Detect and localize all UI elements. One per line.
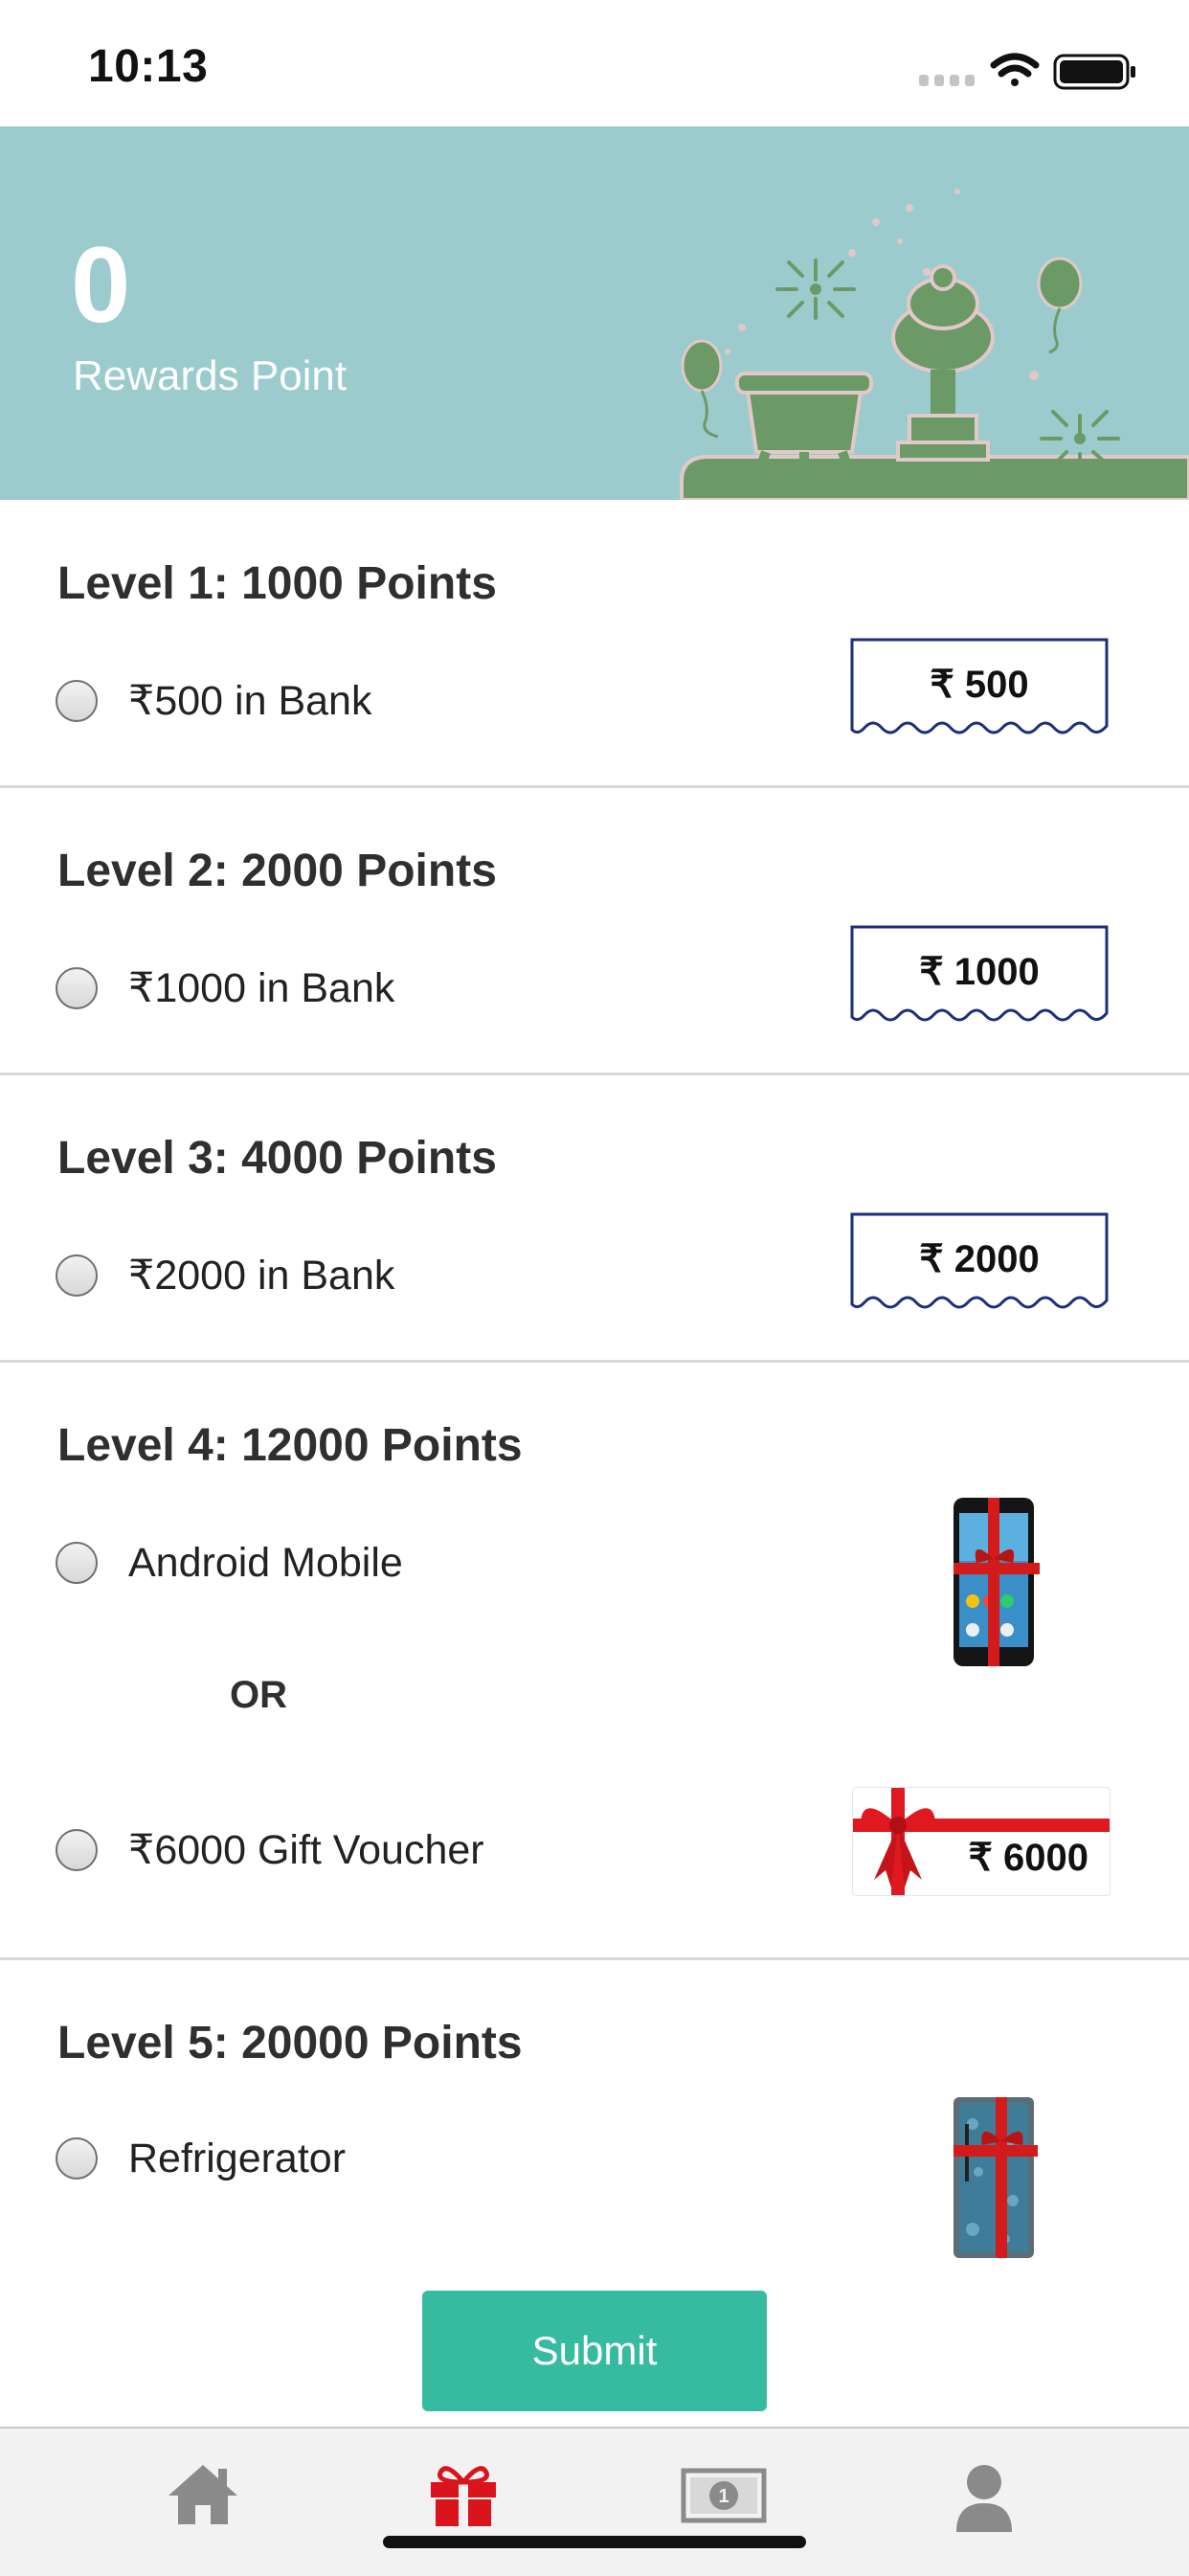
status-icons: [919, 53, 1135, 90]
level-1-option[interactable]: ₹500 in Bank: [56, 672, 371, 730]
level-4-title: Level 4: 12000 Points: [57, 1420, 523, 1471]
option-label: ₹1000 in Bank: [128, 965, 395, 1011]
level-3-section: Level 3: 4000 Points ₹2000 in Bank ₹ 200…: [0, 1074, 1189, 1363]
level-5-title: Level 5: 20000 Points: [57, 2018, 523, 2068]
radio-button[interactable]: [56, 680, 98, 722]
level-2-option[interactable]: ₹1000 in Bank: [56, 960, 394, 1017]
voucher-amount: ₹ 500: [930, 664, 1029, 706]
bank-voucher-2000: ₹ 2000: [850, 1212, 1109, 1320]
celebration-illustration: [680, 189, 1189, 500]
radio-button[interactable]: [56, 1829, 98, 1871]
radio-button[interactable]: [56, 1542, 98, 1584]
battery-icon: [1053, 54, 1135, 90]
level-5-option[interactable]: Refrigerator: [56, 2130, 346, 2187]
status-time: 10:13: [88, 41, 209, 92]
android-mobile-image: [953, 1498, 1040, 1666]
gift-voucher-image: ₹ 6000: [852, 1787, 1110, 1896]
rewards-banner: 0 Rewards Point: [0, 126, 1189, 500]
level-1-section: Level 1: 1000 Points ₹500 in Bank ₹ 500: [0, 500, 1189, 788]
tab-profile[interactable]: [917, 2461, 1051, 2538]
option-label: ₹500 in Bank: [128, 678, 372, 724]
level-3-option[interactable]: ₹2000 in Bank: [56, 1247, 394, 1304]
home-icon: [168, 2465, 237, 2524]
submit-button[interactable]: Submit: [422, 2291, 767, 2411]
bottom-tab-bar: 1: [0, 2427, 1189, 2576]
radio-button[interactable]: [56, 2137, 98, 2180]
rewards-points-value: 0: [71, 225, 131, 345]
level-4-option-voucher[interactable]: ₹6000 Gift Voucher: [56, 1821, 484, 1879]
gift-icon: [431, 2466, 496, 2526]
refrigerator-image: [953, 2097, 1038, 2258]
tab-rewards[interactable]: [396, 2461, 530, 2538]
option-label: ₹6000 Gift Voucher: [128, 1827, 484, 1873]
bank-voucher-1000: ₹ 1000: [850, 925, 1109, 1032]
rewards-points-label: Rewards Point: [73, 352, 348, 399]
user-icon: [956, 2465, 1012, 2532]
option-label: Refrigerator: [128, 2135, 347, 2181]
signal-icon: [919, 75, 975, 86]
or-separator: OR: [230, 1674, 287, 1716]
radio-button[interactable]: [56, 1254, 98, 1297]
voucher-amount: ₹ 6000: [968, 1837, 1088, 1879]
level-1-title: Level 1: 1000 Points: [57, 558, 497, 609]
status-bar: 10:13: [0, 0, 1189, 126]
svg-text:1: 1: [718, 2486, 729, 2507]
voucher-amount: ₹ 2000: [919, 1238, 1040, 1280]
level-5-section: Level 5: 20000 Points Refrigerator: [0, 1959, 1189, 2275]
level-2-title: Level 2: 2000 Points: [57, 846, 497, 896]
radio-button[interactable]: [56, 967, 98, 1009]
option-label: ₹2000 in Bank: [128, 1253, 395, 1299]
tab-cash[interactable]: 1: [657, 2461, 791, 2538]
option-label: Android Mobile: [128, 1539, 403, 1586]
bank-voucher-500: ₹ 500: [850, 638, 1109, 745]
voucher-amount: ₹ 1000: [919, 951, 1040, 993]
tab-home[interactable]: [136, 2461, 270, 2538]
level-4-option-mobile[interactable]: Android Mobile: [56, 1534, 403, 1592]
home-indicator: [383, 2536, 806, 2548]
cash-icon: 1: [681, 2468, 767, 2523]
wifi-icon: [990, 53, 1040, 86]
level-3-title: Level 3: 4000 Points: [57, 1133, 497, 1184]
level-2-section: Level 2: 2000 Points ₹1000 in Bank ₹ 100…: [0, 787, 1189, 1075]
